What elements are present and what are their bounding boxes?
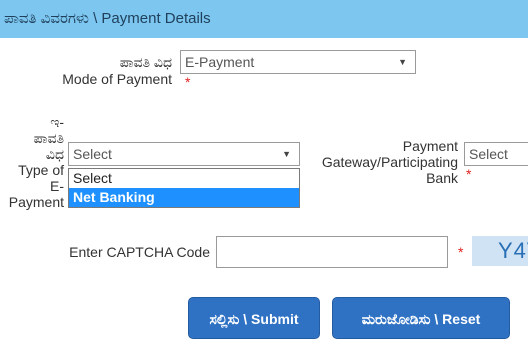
captcha-required: * (458, 244, 464, 260)
type-of-epayment-value: Select (73, 146, 112, 162)
type-of-epayment-select[interactable]: Select ▼ (68, 142, 300, 166)
mode-of-payment-label-en: Mode of Payment (62, 71, 172, 87)
dropdown-option-select[interactable]: Select (69, 169, 299, 188)
payment-details-title: ಪಾವತಿ ವಿವರಗಳು \ Payment Details (4, 10, 211, 27)
mode-of-payment-label-kn: ಪಾವತಿ ವಿಧ (119, 54, 172, 70)
payment-details-header: ಪಾವತಿ ವಿವರಗಳು \ Payment Details (0, 0, 528, 38)
captcha-image-text: Y4V (498, 238, 528, 263)
chevron-down-icon: ▼ (282, 149, 291, 159)
mode-of-payment-required: * (185, 74, 191, 90)
mode-of-payment-select[interactable]: E-Payment ▼ (180, 50, 416, 74)
payment-gateway-label: Payment Gateway/Participating Bank (321, 138, 458, 186)
payment-gateway-value: Select (469, 146, 508, 162)
mode-of-payment-value: E-Payment (185, 54, 255, 70)
payment-gateway-select[interactable]: Select (464, 142, 528, 166)
payment-gateway-required: * (466, 166, 472, 182)
dropdown-option-net-banking[interactable]: Net Banking (69, 188, 299, 207)
captcha-label: Enter CAPTCHA Code (69, 244, 210, 260)
type-of-epayment-dropdown: Select Net Banking (68, 168, 300, 208)
captcha-image: Y4V (472, 236, 528, 266)
captcha-input[interactable] (216, 236, 448, 268)
chevron-down-icon: ▼ (398, 57, 407, 67)
type-of-epayment-label: ಇ- ಪಾವತಿ ವಿಧ Type of E- Payment (8, 114, 64, 210)
reset-button[interactable]: ಮರುಜೋಡಿಸು \ Reset (332, 297, 510, 339)
submit-button[interactable]: ಸಲ್ಲಿಸು \ Submit (188, 297, 320, 339)
